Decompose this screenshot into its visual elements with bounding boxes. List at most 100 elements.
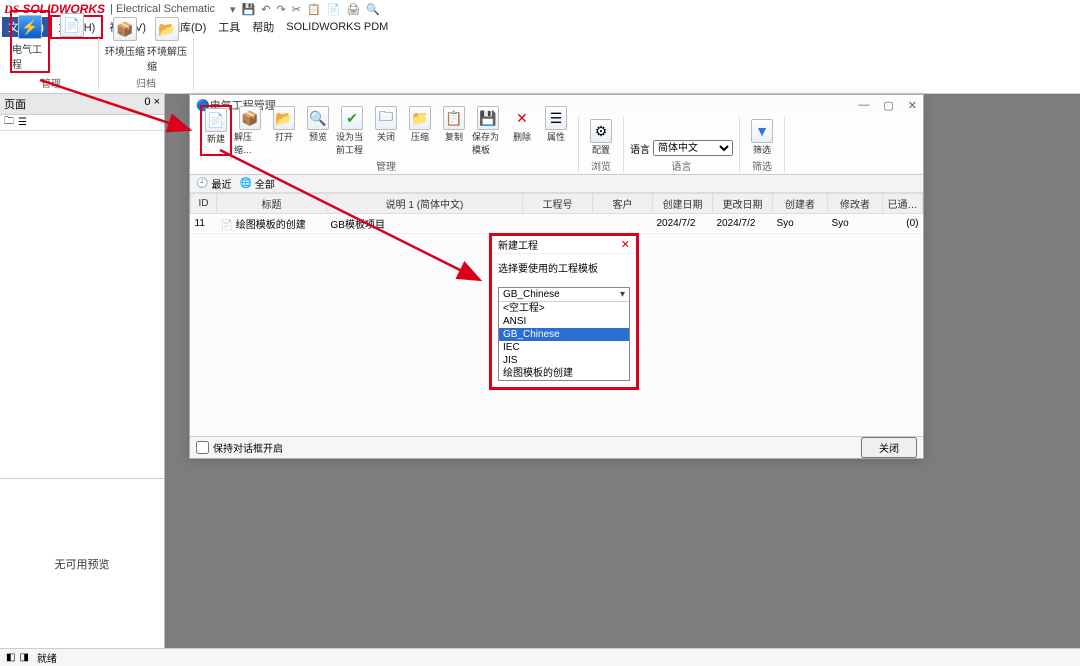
combo-option-jis[interactable]: JIS — [499, 354, 629, 367]
all-filter[interactable]: 🌐全部 — [239, 176, 274, 191]
ribbon-group-label: 管理 — [41, 75, 61, 90]
qat-icon[interactable]: ▾ — [230, 3, 236, 16]
combo-option-gb[interactable]: GB_Chinese — [499, 328, 629, 341]
col-opened[interactable]: 已通… — [883, 194, 923, 214]
zoom-icon[interactable]: 🔍 — [366, 3, 380, 16]
side-panel: 页面 0 × 🗀 ☰ 无可用预览 — [0, 94, 165, 648]
cell-title: 📄 绘图模板的创建 — [217, 214, 327, 234]
language-select[interactable]: 简体中文 — [653, 140, 733, 156]
mgr-group-label: 浏览 — [591, 158, 611, 173]
mgr-group-filter: ▼筛选 筛选 — [740, 117, 785, 173]
properties-button[interactable]: ☰属性 — [540, 105, 572, 156]
copy-button[interactable]: 📋复制 — [438, 105, 470, 156]
ribbon: ⚡ 电气工程 📄 管理 📦 环境压缩 📂 环境解压缩 归档 — [0, 36, 1080, 94]
col-modifier[interactable]: 修改者 — [828, 194, 883, 214]
env-compress-button[interactable]: 📦 环境压缩 — [105, 14, 145, 73]
config-icon: ⚙ — [590, 120, 612, 142]
dialog-title-text: 新建工程 — [498, 237, 538, 252]
template-combobox[interactable]: GB_Chinese <空工程> ANSI GB_Chinese IEC JIS… — [498, 287, 630, 381]
dialog-titlebar: 新建工程 ✕ — [492, 236, 636, 254]
manager-filterbar: 🕘最近 🌐全部 — [190, 175, 923, 193]
preview-button[interactable]: 🔍预览 — [302, 105, 334, 156]
delete-button[interactable]: ✕删除 — [506, 105, 538, 156]
funnel-icon: ▼ — [751, 120, 773, 142]
unzip-button[interactable]: 📦解压缩… — [234, 105, 266, 156]
side-panel-pin[interactable]: 0 × — [144, 96, 160, 112]
clock-icon: 🕘 — [196, 178, 208, 189]
doc-icon: 📄 — [59, 12, 85, 38]
new-project-button[interactable]: 📄 新建 — [200, 105, 232, 156]
col-cdate[interactable]: 创建日期 — [653, 194, 713, 214]
table-header-row: ID 标题 说明 1 (简体中文) 工程号 客户 创建日期 更改日期 创建者 修… — [191, 194, 923, 214]
compress-button[interactable]: 📁压缩 — [404, 105, 436, 156]
check-icon: ✔ — [341, 107, 363, 129]
combo-option-ansi[interactable]: ANSI — [499, 315, 629, 328]
props-icon: ☰ — [545, 107, 567, 129]
close-project-button[interactable]: 🗀关闭 — [370, 105, 402, 156]
menu-help[interactable]: 帮助 — [246, 17, 280, 37]
ribbon-blank-button[interactable]: 📄 — [52, 10, 92, 73]
open-button[interactable]: 📂打开 — [268, 105, 300, 156]
maximize-icon[interactable]: ▢ — [883, 99, 893, 112]
list-icon[interactable]: ☰ — [18, 117, 27, 128]
project-manager-window: 🔵 电气工程管理 ― ▢ ✕ 📄 新建 📦解压缩… � — [189, 94, 924, 459]
combo-option-iec[interactable]: IEC — [499, 341, 629, 354]
side-panel-header: 页面 0 × — [0, 94, 164, 115]
col-projno[interactable]: 工程号 — [523, 194, 593, 214]
quick-access-toolbar: ▾ 💾 ↶ ↷ ✂ 📋 📄 🖨 🔍 — [230, 3, 380, 16]
config-button[interactable]: ⚙配置 — [585, 118, 617, 156]
sb-icon[interactable]: ◨ — [19, 652, 28, 663]
ribbon-group-archive: 📦 环境压缩 📂 环境解压缩 归档 — [99, 38, 194, 90]
close-icon[interactable]: ✕ — [908, 99, 917, 112]
cut-icon[interactable]: ✂ — [292, 3, 301, 16]
close-button[interactable]: 关闭 — [861, 437, 917, 458]
save-icon[interactable]: 💾 — [242, 3, 256, 16]
cell-desc: GB模板项目 — [327, 214, 523, 234]
combo-option-template[interactable]: 绘图模板的创建 — [499, 367, 629, 380]
template-icon: 💾 — [477, 107, 499, 129]
ribbon-group-manage: ⚡ 电气工程 📄 管理 — [4, 38, 99, 90]
decompress-icon: 📂 — [154, 16, 180, 42]
combo-selected[interactable]: GB_Chinese — [499, 288, 629, 301]
side-panel-title: 页面 — [4, 96, 26, 112]
print-icon[interactable]: 🖨 — [346, 3, 360, 16]
menu-pdm[interactable]: SOLIDWORKS PDM — [280, 19, 394, 35]
ribbon-group-label: 归档 — [136, 75, 156, 90]
side-panel-tools: 🗀 ☰ — [0, 115, 164, 131]
cell-mdate: 2024/7/2 — [713, 214, 773, 234]
col-id[interactable]: ID — [191, 194, 217, 214]
paste-icon[interactable]: 📄 — [327, 3, 341, 16]
minimize-icon[interactable]: ― — [858, 99, 869, 112]
set-current-button[interactable]: ✔设为当前工程 — [336, 105, 368, 156]
lang-label: 语言 — [630, 141, 650, 156]
status-bar: ◧ ◨ 就绪 — [0, 648, 1080, 666]
new-icon: 📄 — [205, 109, 227, 131]
tree-icon[interactable]: 🗀 — [4, 114, 14, 131]
new-project-dialog: 新建工程 ✕ 选择要使用的工程模板 GB_Chinese <空工程> ANSI … — [489, 233, 639, 390]
col-title[interactable]: 标题 — [217, 194, 327, 214]
dialog-close-icon[interactable]: ✕ — [621, 238, 630, 251]
col-desc[interactable]: 说明 1 (简体中文) — [327, 194, 523, 214]
col-creator[interactable]: 创建者 — [773, 194, 828, 214]
col-customer[interactable]: 客户 — [593, 194, 653, 214]
keep-open-checkbox[interactable]: 保持对话框开启 — [196, 440, 283, 455]
env-decompress-button[interactable]: 📂 环境解压缩 — [147, 14, 187, 73]
keep-open-input[interactable] — [196, 441, 209, 454]
copy-icon[interactable]: 📋 — [307, 3, 321, 16]
redo-icon[interactable]: ↷ — [277, 3, 286, 16]
cell-id: 11 — [191, 214, 217, 234]
col-mdate[interactable]: 更改日期 — [713, 194, 773, 214]
menu-tools[interactable]: 工具 — [212, 17, 246, 37]
save-template-button[interactable]: 💾保存为模板 — [472, 105, 504, 156]
elec-project-button[interactable]: ⚡ 电气工程 — [10, 10, 50, 73]
cell-customer — [593, 214, 653, 234]
combo-option-empty[interactable]: <空工程> — [499, 302, 629, 315]
table-row[interactable]: 11 📄 绘图模板的创建 GB模板项目 2024/7/2 2024/7/2 Sy… — [191, 214, 923, 234]
filter-button[interactable]: ▼筛选 — [746, 118, 778, 156]
side-panel-body — [0, 131, 164, 478]
sb-icon[interactable]: ◧ — [6, 652, 15, 663]
undo-icon[interactable]: ↶ — [261, 3, 270, 16]
recent-filter[interactable]: 🕘最近 — [196, 176, 231, 191]
mgr-group-label: 管理 — [376, 158, 396, 173]
unzip-icon: 📦 — [239, 107, 261, 129]
